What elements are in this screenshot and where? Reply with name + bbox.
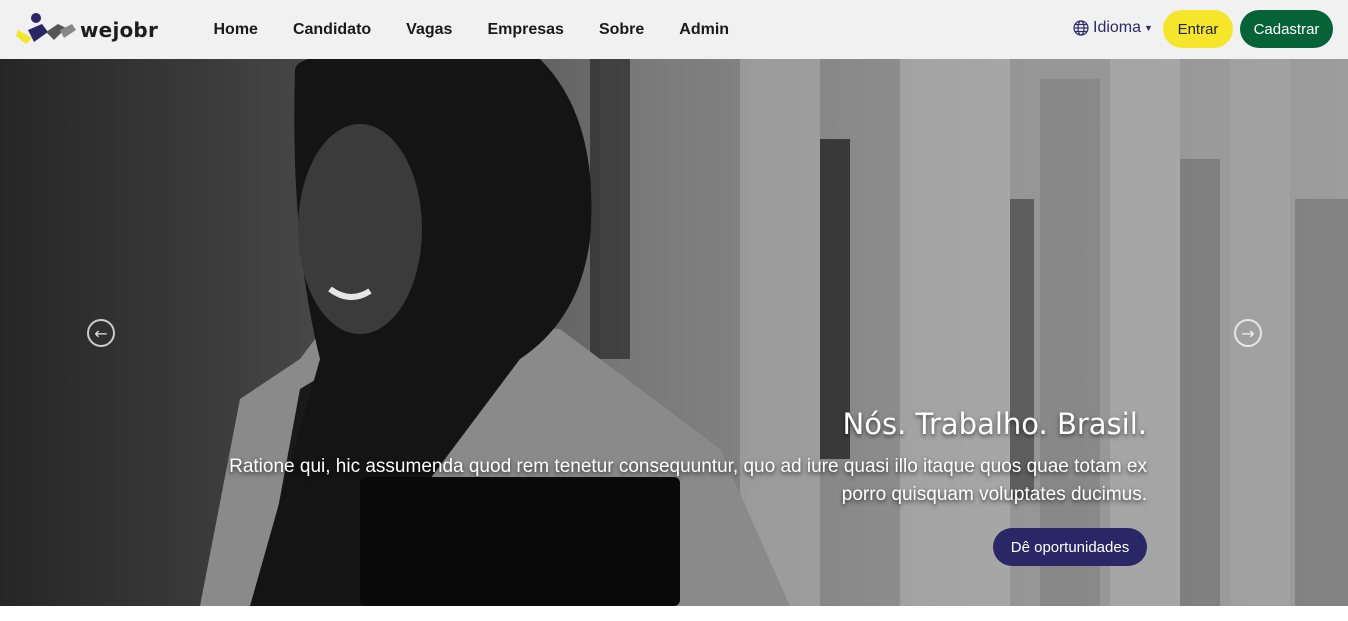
hero-background-image (200, 59, 1348, 606)
hero-text: Ratione qui, hic assumenda quod rem tene… (229, 456, 1147, 505)
language-label: Idioma (1093, 19, 1142, 36)
brand-name: wejobr (80, 18, 159, 42)
nav-link-empresas[interactable]: Empresas (470, 21, 582, 39)
arrow-left-circle-icon[interactable]: ← (87, 319, 115, 347)
brand[interactable]: wejobr (16, 12, 158, 48)
login-button[interactable]: Entrar (1163, 10, 1233, 48)
language-dropdown[interactable]: Idioma ▼ (1073, 19, 1153, 37)
hero-carousel: ← → Nós. Trabalho. Brasil. Ratione qui, … (0, 59, 1348, 606)
nav-link-candidato[interactable]: Candidato (275, 21, 388, 39)
arrow-right-circle-icon[interactable]: → (1234, 319, 1262, 347)
hero-title: Nós. Trabalho. Brasil. (842, 407, 1147, 441)
hero-caption: Nós. Trabalho. Brasil. Ratione qui, hic … (187, 407, 1147, 509)
nav-link-home[interactable]: Home (196, 21, 275, 39)
wejobr-logo-icon (16, 13, 76, 44)
signup-button[interactable]: Cadastrar (1240, 10, 1333, 48)
caret-down-icon: ▼ (1144, 23, 1153, 33)
navbar: wejobr Home Candidato Vagas Empresas Sob… (0, 0, 1348, 59)
main-nav: Home Candidato Vagas Empresas Sobre Admi… (196, 0, 747, 59)
globe-icon (1073, 20, 1089, 36)
cta-button[interactable]: Dê oportunidades (993, 528, 1147, 566)
nav-link-admin[interactable]: Admin (662, 21, 747, 39)
nav-link-vagas[interactable]: Vagas (389, 21, 470, 39)
nav-link-sobre[interactable]: Sobre (581, 21, 661, 39)
